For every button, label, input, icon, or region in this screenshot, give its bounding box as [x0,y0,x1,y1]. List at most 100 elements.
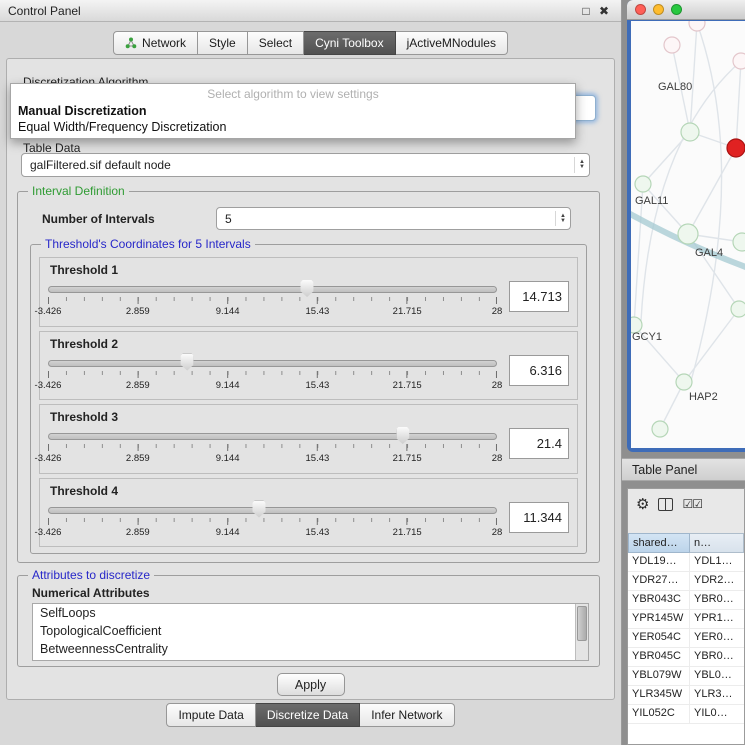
cyni-toolbox-panel: Discretization Algorithm Select algorith… [6,58,615,700]
list-item[interactable]: BetweennessCentrality [33,640,588,658]
slider-thumb[interactable] [253,501,266,518]
slider-thumb[interactable] [181,354,194,371]
table-row[interactable]: YDL19…YDL1… [628,553,744,572]
threshold-3-value-field[interactable]: 21.4 [509,428,569,459]
numerical-attributes-label: Numerical Attributes [32,586,150,600]
tab-jactivemnodules[interactable]: jActiveMNodules [396,31,508,55]
table-row[interactable]: YBR043CYBR0… [628,591,744,610]
combo-stepper-icon: ▲▼ [574,157,585,172]
threshold-4-value-field[interactable]: 11.344 [509,502,569,533]
tab-label: Discretize Data [267,708,348,722]
combo-stepper-icon: ▲▼ [555,211,566,226]
threshold-1-slider[interactable]: -3.426 2.859 9.144 15.43 21.715 28 [48,279,497,321]
slider-thumb[interactable] [396,427,409,444]
table-row[interactable]: YIL052CYIL0… [628,705,744,724]
table-row[interactable]: YBR045CYBR0… [628,648,744,667]
thresholds-group-title: Threshold's Coordinates for 5 Intervals [41,237,255,251]
number-of-intervals-label: Number of Intervals [42,212,155,226]
minimize-traffic-light[interactable] [653,4,664,15]
threshold-panel-1: Threshold 1 -3.426 2.859 9.144 15.43 [39,257,578,327]
tab-label: jActiveMNodules [407,36,496,50]
tab-cyni-toolbox[interactable]: Cyni Toolbox [304,31,395,55]
tab-label: Infer Network [371,708,442,722]
threshold-label: Threshold 1 [50,263,569,277]
columns-icon[interactable] [658,498,673,511]
slider-tick-labels: -3.426 2.859 9.144 15.43 21.715 28 [48,306,497,318]
column-header-shared-name[interactable]: shared… [628,533,690,553]
threshold-2-slider[interactable]: -3.426 2.859 9.144 15.43 21.715 28 [48,353,497,395]
node-label-gcy1: GCY1 [632,331,662,343]
slider-track[interactable] [48,433,497,440]
column-header-name[interactable]: n… [690,533,744,553]
thresholds-group: Threshold's Coordinates for 5 Intervals … [30,244,587,554]
threshold-1-value-field[interactable]: 14.713 [509,281,569,312]
table-row[interactable]: YPR145WYPR1… [628,610,744,629]
network-view-window: GAL80 GAL11 GAL4 GCY1 HAP2 [627,0,745,452]
slider-track[interactable] [48,507,497,514]
threshold-label: Threshold 2 [50,337,569,351]
table-panel-window: ⚙ ☑☑ shared… n… YDL19…YDL1… YDR27…YDR2… … [627,488,745,745]
table-body: YDL19…YDL1… YDR27…YDR2… YBR043CYBR0… YPR… [628,553,744,744]
node-label-hap2: HAP2 [689,391,718,403]
slider-major-ticks [48,518,497,525]
table-data-select[interactable]: galFiltered.sif default node ▲▼ [21,153,590,177]
float-window-icon[interactable]: □ [577,4,595,18]
table-row[interactable]: YDR27…YDR2… [628,572,744,591]
tab-discretize-data[interactable]: Discretize Data [256,703,360,727]
table-row[interactable]: YLR345WYLR3… [628,686,744,705]
top-tab-bar: Network Style Select Cyni Toolbox jActiv… [0,31,621,55]
table-panel-titlebar: Table Panel [622,458,745,481]
attributes-scrollbar[interactable] [575,604,588,660]
table-row[interactable]: YER054CYER0… [628,629,744,648]
tab-label: Style [209,36,236,50]
threshold-panel-4: Threshold 4 -3.426 2.859 9.144 15.43 [39,478,578,548]
node-label-gal11: GAL11 [635,195,668,207]
bottom-tab-bar: Impute Data Discretize Data Infer Networ… [0,703,621,727]
tab-impute-data[interactable]: Impute Data [166,703,255,727]
interval-definition-title: Interval Definition [28,184,129,198]
tab-label: Cyni Toolbox [315,36,383,50]
apply-button[interactable]: Apply [277,673,345,696]
list-item[interactable]: TopologicalCoefficient [33,622,588,640]
slider-track[interactable] [48,360,497,367]
table-row[interactable]: YBL079WYBL0… [628,667,744,686]
interval-definition-group: Interval Definition Number of Intervals … [17,191,600,563]
number-of-intervals-select[interactable]: 5 ▲▼ [216,207,571,230]
tab-network[interactable]: Network [113,31,198,55]
popup-option-manual-discretization[interactable]: Manual Discretization [11,103,575,119]
slider-major-ticks [48,444,497,451]
close-window-icon[interactable]: ✖ [595,4,613,18]
tab-infer-network[interactable]: Infer Network [360,703,454,727]
threshold-panel-2: Threshold 2 -3.426 2.859 9.144 15.43 [39,331,578,401]
table-data-value: galFiltered.sif default node [30,158,574,172]
threshold-panel-3: Threshold 3 -3.426 2.859 9.144 15.43 [39,404,578,474]
network-icon [125,37,137,49]
tab-label: Impute Data [178,708,243,722]
threshold-4-slider[interactable]: -3.426 2.859 9.144 15.43 21.715 28 [48,500,497,542]
threshold-3-slider[interactable]: -3.426 2.859 9.144 15.43 21.715 28 [48,426,497,468]
table-panel-title: Table Panel [632,463,697,477]
tab-select[interactable]: Select [248,31,304,55]
settings-gear-icon[interactable]: ⚙ [636,497,649,512]
slider-tick-labels: -3.426 2.859 9.144 15.43 21.715 28 [48,380,497,392]
algorithm-dropdown-popup: Select algorithm to view settings Manual… [10,83,576,139]
select-columns-icon[interactable]: ☑☑ [682,498,702,510]
slider-tick-labels: -3.426 2.859 9.144 15.43 21.715 28 [48,527,497,539]
close-traffic-light[interactable] [635,4,646,15]
control-panel-titlebar: Control Panel □ ✖ [0,0,621,22]
attributes-group-title: Attributes to discretize [28,568,154,582]
node-label-gal4: GAL4 [695,247,723,259]
network-canvas[interactable]: GAL80 GAL11 GAL4 GCY1 HAP2 [631,21,745,448]
tab-style[interactable]: Style [198,31,248,55]
threshold-2-value-field[interactable]: 6.316 [509,355,569,386]
popup-option-equal-width[interactable]: Equal Width/Frequency Discretization [11,119,575,135]
slider-track[interactable] [48,286,497,293]
slider-major-ticks [48,297,497,304]
list-item[interactable]: SelfLoops [33,604,588,622]
popup-placeholder: Select algorithm to view settings [11,84,575,103]
zoom-traffic-light[interactable] [671,4,682,15]
tab-label: Select [259,36,292,50]
slider-thumb[interactable] [301,280,314,297]
tab-label: Network [142,36,186,50]
table-header-row: shared… n… [628,533,744,553]
